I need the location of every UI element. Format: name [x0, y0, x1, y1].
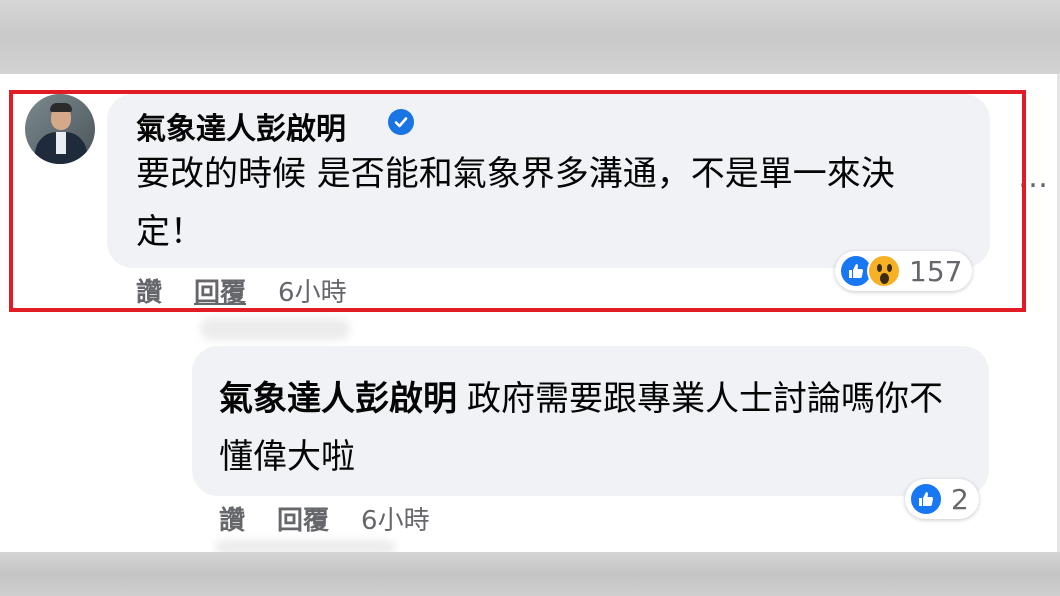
timestamp[interactable]: 6小時	[361, 500, 430, 537]
blurred-bottom-area	[0, 552, 1060, 596]
reply-button[interactable]: 回覆	[277, 500, 329, 537]
blurred-area	[200, 318, 350, 340]
thumbs-up-icon	[919, 492, 934, 506]
like-button[interactable]: 讚	[219, 500, 245, 537]
blurred-top-area	[0, 0, 1060, 74]
reply-text-block: 氣象達人彭啟明 政府需要跟專業人士討論嗎你不懂偉大啦	[219, 370, 959, 486]
reaction-summary[interactable]: 2	[905, 479, 979, 519]
reaction-count: 2	[951, 482, 969, 516]
highlight-box	[9, 90, 1026, 312]
reply-actions: 讚 回覆 6小時	[219, 500, 430, 537]
like-icon	[909, 482, 943, 516]
reply-mention[interactable]: 氣象達人彭啟明	[219, 379, 457, 419]
